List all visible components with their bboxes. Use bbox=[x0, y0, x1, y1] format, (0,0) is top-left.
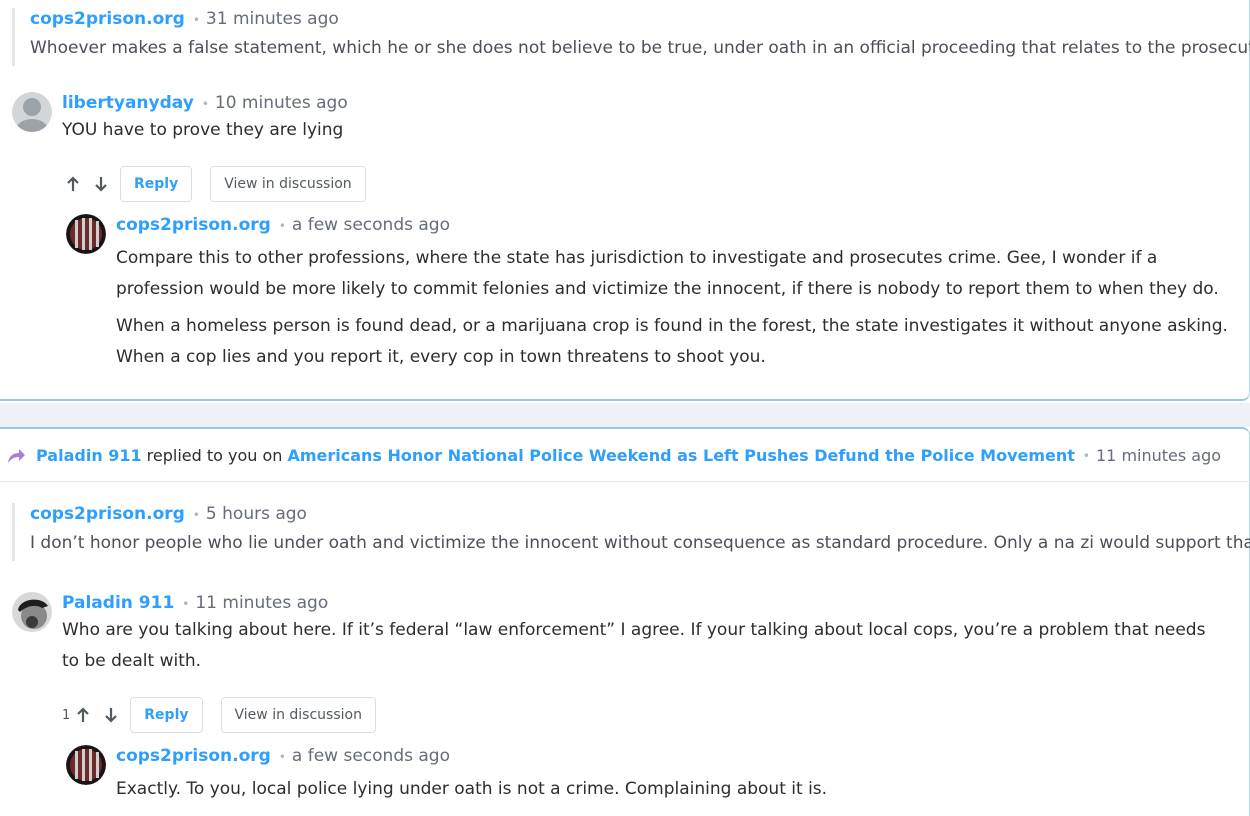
quoted-comment: cops2prison.org • 5 hours ago I don’t hono… bbox=[12, 503, 1250, 561]
separator-dot: • bbox=[192, 508, 200, 522]
reply-button[interactable]: Reply bbox=[130, 697, 203, 733]
quoted-author[interactable]: cops2prison.org bbox=[30, 9, 185, 29]
reply-notification-header: Paladin 911 replied to you on Americans … bbox=[0, 440, 1250, 482]
card-gap bbox=[0, 403, 1250, 427]
separator-dot: • bbox=[278, 750, 286, 764]
reply-author[interactable]: cops2prison.org bbox=[116, 215, 271, 235]
downvote-arrow-icon[interactable] bbox=[100, 704, 122, 726]
reply-text: Exactly. To you, local police lying unde… bbox=[116, 779, 828, 799]
view-in-discussion-button[interactable]: View in discussion bbox=[210, 166, 366, 202]
upvote-arrow-icon[interactable] bbox=[62, 173, 84, 195]
reply-text: Compare this to other professions, where… bbox=[116, 243, 1236, 373]
view-in-discussion-button[interactable]: View in discussion bbox=[220, 697, 376, 733]
comment-text: YOU have to prove they are lying bbox=[62, 120, 344, 140]
user-avatar[interactable] bbox=[66, 214, 106, 254]
notification-user[interactable]: Paladin 911 bbox=[36, 446, 142, 465]
vote-controls bbox=[62, 173, 112, 195]
comment-time[interactable]: 11 minutes ago bbox=[195, 593, 328, 613]
comment-actions: Reply View in discussion bbox=[62, 166, 384, 202]
user-avatar[interactable] bbox=[12, 592, 52, 632]
notification-time: 11 minutes ago bbox=[1096, 446, 1222, 465]
comment-author[interactable]: libertyanyday bbox=[62, 93, 194, 113]
quoted-text: Whoever makes a false statement, which h… bbox=[30, 38, 1250, 58]
user-avatar[interactable] bbox=[66, 745, 106, 785]
vote-controls: 1 bbox=[62, 704, 122, 726]
quoted-time[interactable]: 31 minutes ago bbox=[206, 9, 339, 29]
comment-author[interactable]: Paladin 911 bbox=[62, 593, 174, 613]
quoted-text: I don’t honor people who lie under oath … bbox=[30, 533, 1250, 553]
comment-time[interactable]: 10 minutes ago bbox=[215, 93, 348, 113]
separator-dot: • bbox=[182, 597, 190, 611]
notification-text: replied to you on bbox=[146, 446, 283, 465]
reply-button[interactable]: Reply bbox=[120, 166, 193, 202]
reply-paragraph: Compare this to other professions, where… bbox=[116, 248, 1219, 299]
separator-dot: • bbox=[192, 13, 200, 27]
comment-actions: 1 Reply View in discussion bbox=[62, 697, 394, 733]
separator-dot: • bbox=[201, 97, 209, 111]
reply-time[interactable]: a few seconds ago bbox=[292, 746, 450, 766]
quoted-time[interactable]: 5 hours ago bbox=[206, 504, 307, 524]
separator-dot: • bbox=[278, 219, 286, 233]
reply-time[interactable]: a few seconds ago bbox=[292, 215, 450, 235]
quoted-comment: cops2prison.org • 31 minutes ago Whoever m… bbox=[12, 8, 1250, 66]
downvote-arrow-icon[interactable] bbox=[90, 173, 112, 195]
notification-card-1: cops2prison.org • 31 minutes ago Whoever m… bbox=[0, 0, 1250, 401]
vote-count: 1 bbox=[62, 707, 71, 723]
share-arrow-icon bbox=[6, 448, 26, 464]
separator-dot: • bbox=[1082, 448, 1090, 463]
default-avatar-icon[interactable] bbox=[12, 92, 52, 132]
reply-author[interactable]: cops2prison.org bbox=[116, 746, 271, 766]
upvote-arrow-icon[interactable] bbox=[72, 704, 94, 726]
article-link[interactable]: Americans Honor National Police Weekend … bbox=[287, 446, 1074, 465]
quoted-author[interactable]: cops2prison.org bbox=[30, 504, 185, 524]
reply-paragraph: When a homeless person is found dead, or… bbox=[116, 316, 1228, 367]
comment-text: Who are you talking about here. If it’s … bbox=[62, 620, 1206, 671]
